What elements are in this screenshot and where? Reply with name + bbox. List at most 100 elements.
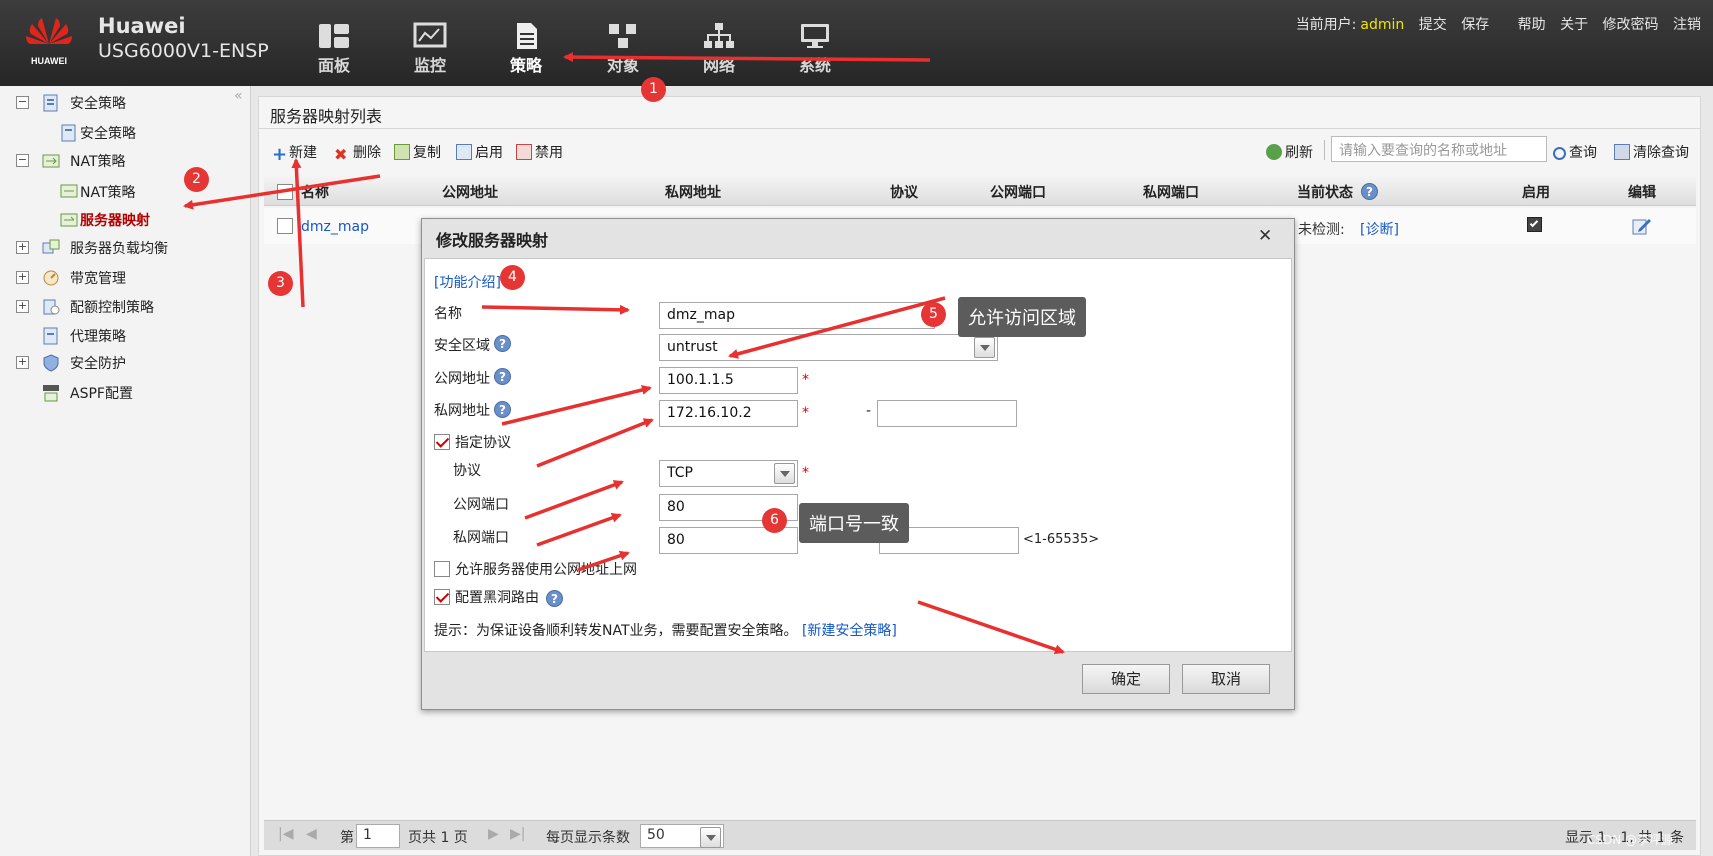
required-marker: * [802,465,809,481]
current-user: admin [1360,17,1405,33]
new-button[interactable]: + 新建 [272,142,317,165]
sidebar-subitem-nat-policy[interactable]: NAT策略 [80,182,136,202]
diagnose-link[interactable]: [诊断] [1360,219,1399,239]
sidebar-subitem-server-mapping[interactable]: 服务器映射 [80,210,150,230]
zone-select[interactable]: untrust [659,334,998,361]
row-checkbox[interactable] [277,218,293,234]
expand-toggle-icon[interactable]: + [16,356,29,369]
col-public-address[interactable]: 公网地址 [442,182,498,202]
feature-intro-link[interactable]: [功能介绍] [434,272,501,292]
sidebar-subitem-security-policy[interactable]: 安全策略 [80,123,136,143]
sidebar-item-server-load-balance[interactable]: 服务器负载均衡 [70,238,168,258]
chevron-down-icon [974,337,995,358]
query-button[interactable]: 查询 [1553,142,1597,162]
collapse-toggle-icon[interactable]: − [16,96,29,109]
row-name-link[interactable]: dmz_map [301,219,369,235]
col-protocol[interactable]: 协议 [890,182,918,202]
new-security-policy-link[interactable]: [新建安全策略] [802,623,897,639]
col-private-address[interactable]: 私网地址 [665,182,721,202]
submit-link[interactable]: 提交 [1419,17,1447,33]
col-public-port[interactable]: 公网端口 [990,182,1046,202]
edit-icon[interactable] [1632,217,1652,235]
annotation-badge: 5 [921,302,946,327]
sidebar-item-security-protection[interactable]: 安全防护 [70,353,126,373]
copy-button[interactable]: 复制 [394,142,441,162]
search-input[interactable]: 请输入要查询的名称或地址 [1331,136,1547,162]
enable-icon [456,144,472,160]
save-link[interactable]: 保存 [1461,17,1489,33]
shield-icon [43,354,59,372]
col-name[interactable]: 名称 [301,182,329,202]
allow-public-internet-checkbox[interactable] [434,561,450,577]
nav-label: 对象 [606,56,639,75]
page-suffix: 页共 1 页 [408,830,468,846]
disable-icon [516,144,532,160]
next-page-icon[interactable]: ▶ [488,826,499,842]
per-page-value: 50 [647,827,665,843]
collapse-toggle-icon[interactable]: − [16,154,29,167]
last-page-icon[interactable]: ▶| [510,826,525,842]
watermark: CSDN @李坪源 [1586,833,1673,847]
name-input[interactable]: dmz_map [659,302,935,329]
logout-link[interactable]: 注销 [1673,17,1701,33]
first-page-icon[interactable]: |◀ [278,826,293,842]
refresh-button[interactable]: 刷新 [1266,142,1313,162]
ok-button[interactable]: 确定 [1082,664,1170,694]
chevron-down-icon [774,463,795,484]
annotation-badge: 1 [641,77,666,102]
disable-button[interactable]: 禁用 [516,142,563,162]
allow-public-internet-label: 允许服务器使用公网地址上网 [455,562,637,578]
sidebar-item-quota-control[interactable]: 配额控制策略 [70,297,154,317]
cancel-button[interactable]: 取消 [1182,664,1270,694]
nav-network[interactable]: 网络 [684,16,754,76]
enable-label: 启用 [475,145,503,161]
change-password-link[interactable]: 修改密码 [1603,17,1659,33]
nav-system[interactable]: 系统 [780,16,850,76]
expand-toggle-icon[interactable]: + [16,241,29,254]
prev-page-icon[interactable]: ◀ [306,826,317,842]
brand-name: Huawei [98,14,186,38]
sidebar-item-proxy-policy[interactable]: 代理策略 [70,326,126,346]
specify-protocol-checkbox[interactable] [434,434,450,450]
expand-toggle-icon[interactable]: + [16,300,29,313]
select-all-checkbox[interactable] [277,184,293,200]
enabled-checkbox[interactable] [1527,217,1542,232]
help-icon[interactable]: ? [494,368,511,385]
enable-button[interactable]: 启用 [456,142,503,162]
help-icon[interactable]: ? [1361,183,1378,200]
clear-label: 清除查询 [1633,145,1689,161]
public-address-input[interactable]: 100.1.1.5 [659,367,798,394]
about-link[interactable]: 关于 [1560,17,1588,33]
blackhole-route-checkbox[interactable] [434,589,450,605]
clear-query-button[interactable]: 清除查询 [1614,142,1689,162]
nav-objects[interactable]: 对象 [588,16,658,76]
col-private-port[interactable]: 私网端口 [1143,182,1199,202]
nav-monitor[interactable]: 监控 [395,16,465,76]
protocol-select[interactable]: TCP [659,460,798,487]
hint-text: 提示：为保证设备顺利转发NAT业务，需要配置安全策略。 [434,623,798,639]
col-edit[interactable]: 编辑 [1628,182,1656,202]
expand-toggle-icon[interactable]: + [16,271,29,284]
col-current-status[interactable]: 当前状态 [1297,182,1353,202]
delete-button[interactable]: ✖ 删除 [334,142,381,164]
sidebar-item-aspf[interactable]: ASPF配置 [70,383,133,403]
per-page-select[interactable]: 50 [640,824,724,848]
close-icon[interactable]: ✕ [1258,226,1272,246]
sidebar-item-nat-policy[interactable]: NAT策略 [70,151,126,171]
collapse-sidebar-icon[interactable]: « [234,88,243,104]
page-input[interactable]: 1 [356,824,400,848]
sidebar-item-bandwidth[interactable]: 带宽管理 [70,268,126,288]
help-icon[interactable]: ? [494,401,511,418]
help-icon[interactable]: ? [494,335,511,352]
sidebar-item-security-policy[interactable]: 安全策略 [70,93,126,113]
nav-policy[interactable]: 策略 [491,16,561,76]
private-address-input[interactable]: 172.16.10.2 [659,400,798,427]
annotation-badge: 3 [268,271,293,296]
help-link[interactable]: 帮助 [1518,17,1546,33]
col-enable[interactable]: 启用 [1522,182,1550,202]
private-port-label: 私网端口 [453,530,509,546]
nav-dashboard[interactable]: 面板 [299,16,369,76]
nat-icon [42,154,60,168]
private-address-end-input[interactable] [877,400,1017,427]
help-icon[interactable]: ? [546,590,563,607]
